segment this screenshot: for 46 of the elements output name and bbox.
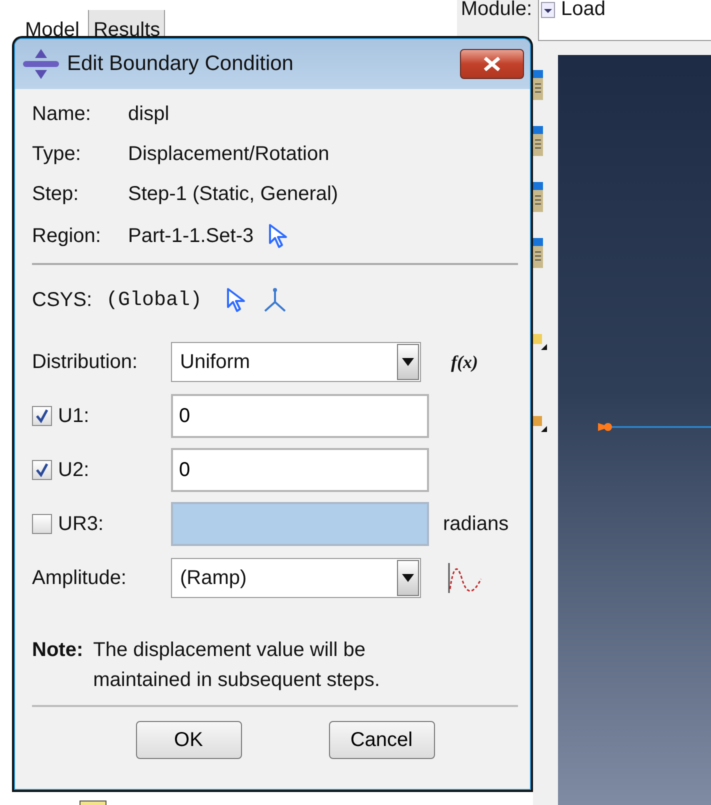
- document-icon[interactable]: [533, 182, 543, 212]
- checkbox[interactable]: [32, 406, 52, 426]
- app-icon: [23, 49, 59, 79]
- field-value: Displacement/Rotation: [128, 143, 330, 166]
- input-field[interactable]: 0: [171, 448, 429, 492]
- close-button[interactable]: [460, 49, 524, 79]
- module-label: Module:: [460, 0, 532, 22]
- select-arrow-icon[interactable]: [268, 223, 290, 249]
- amplitude-curve-icon[interactable]: [447, 561, 483, 595]
- input-field[interactable]: 0: [171, 394, 429, 438]
- csys-value: (Global): [106, 288, 202, 312]
- load-icon[interactable]: [533, 334, 547, 350]
- function-button[interactable]: f(x): [451, 352, 478, 372]
- document-icon[interactable]: [533, 126, 543, 156]
- dialog-button[interactable]: Cancel: [328, 721, 434, 759]
- document-icon[interactable]: [533, 238, 543, 268]
- checkbox[interactable]: [32, 460, 52, 480]
- field-label: Region:: [32, 224, 102, 248]
- csys-label: CSYS:: [32, 288, 92, 312]
- note-text: The displacement value will be maintained in subsequent steps.: [93, 638, 381, 693]
- distribution-label: Distribution:: [32, 350, 138, 374]
- unit-label: radians: [443, 512, 509, 536]
- dialog-button[interactable]: OK: [136, 721, 242, 759]
- dof-label: UR3:: [58, 512, 104, 536]
- field-value: displ: [128, 103, 170, 126]
- amplitude-label: Amplitude:: [32, 566, 126, 590]
- checkbox[interactable]: [32, 514, 52, 534]
- amplitude-dropdown[interactable]: (Ramp): [171, 558, 421, 598]
- field-label: Name:: [32, 103, 92, 126]
- field-value: Step-1 (Static, General): [128, 183, 338, 206]
- axes-icon[interactable]: [262, 287, 288, 313]
- field-label: Step:: [32, 183, 80, 206]
- load-icon[interactable]: [533, 416, 547, 432]
- dropdown-arrow-icon: [402, 574, 414, 582]
- dialog-title: Edit Boundary Condition: [67, 52, 294, 76]
- dof-label: U2:: [58, 458, 90, 482]
- field-label: Type:: [32, 143, 82, 166]
- dropdown-arrow-icon: [402, 358, 414, 366]
- module-dropdown[interactable]: Load: [538, 0, 711, 41]
- note-label: Note:: [32, 638, 84, 663]
- tab[interactable]: Model: [20, 9, 84, 40]
- distribution-dropdown[interactable]: Uniform: [171, 342, 421, 382]
- close-icon: [482, 57, 502, 71]
- dof-label: U1:: [58, 404, 90, 428]
- field-value: Part-1-1.Set-3: [128, 224, 254, 248]
- document-icon[interactable]: [533, 70, 543, 100]
